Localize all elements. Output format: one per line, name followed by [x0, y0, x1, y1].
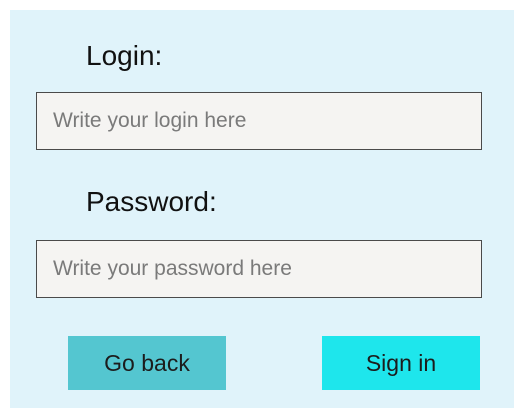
- login-panel: Login: Password: Go back Sign in: [10, 10, 514, 408]
- login-label: Login:: [86, 40, 163, 71]
- login-input[interactable]: [36, 92, 482, 150]
- password-input[interactable]: [36, 240, 482, 298]
- password-label: Password:: [86, 186, 217, 217]
- sign-in-button[interactable]: Sign in: [322, 336, 480, 390]
- go-back-button[interactable]: Go back: [68, 336, 226, 390]
